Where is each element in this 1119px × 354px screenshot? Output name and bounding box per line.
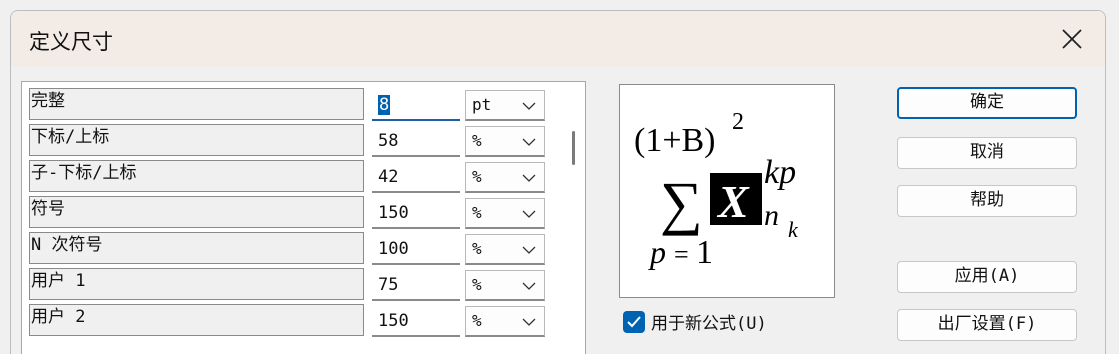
checkmark-icon: [627, 315, 641, 327]
size-label: 用户 2: [29, 304, 364, 336]
unit-value: pt: [472, 95, 492, 114]
help-button[interactable]: 帮助: [897, 185, 1077, 217]
title-bar: 定义尺寸: [11, 11, 1105, 66]
size-row: 用户 1 75 %: [22, 268, 552, 304]
ok-button[interactable]: 确定: [897, 87, 1077, 119]
preview-lower-var: p: [648, 234, 666, 270]
size-value-input[interactable]: 100: [372, 234, 460, 265]
chevron-down-icon: [522, 318, 536, 326]
unit-value: %: [472, 131, 482, 150]
unit-select[interactable]: %: [465, 306, 545, 337]
preview-subscript-k: k: [788, 217, 799, 242]
unit-select[interactable]: %: [465, 126, 545, 157]
preview-lower-one: 1: [696, 234, 713, 271]
size-value-input[interactable]: 8: [372, 90, 460, 121]
size-list: 完整 8 pt 下标/上标 58 % 子-下标/上标 42 % 符号 150 %…: [21, 81, 586, 354]
size-label: N 次符号: [29, 232, 364, 264]
scrollbar-thumb[interactable]: [572, 131, 575, 165]
preview-exponent: 2: [732, 109, 744, 135]
checkbox-label: 用于新公式(U): [651, 314, 767, 334]
formula-preview: (1+B) 2 ∑ X kp n k p = 1: [619, 84, 835, 298]
size-row: 符号 150 %: [22, 196, 552, 232]
checkbox-box[interactable]: [623, 310, 645, 333]
unit-select[interactable]: %: [465, 198, 545, 229]
chevron-down-icon: [522, 138, 536, 146]
size-row: 子-下标/上标 42 %: [22, 160, 552, 196]
preview-superscript: kp: [764, 154, 796, 191]
size-row: N 次符号 100 %: [22, 232, 552, 268]
size-row: 完整 8 pt: [22, 88, 552, 124]
preview-equals: =: [674, 240, 689, 269]
size-label: 完整: [29, 88, 364, 120]
size-label: 用户 1: [29, 268, 364, 300]
size-value-input[interactable]: 150: [372, 198, 460, 229]
unit-value: %: [472, 275, 482, 294]
preview-sigma: ∑: [660, 170, 703, 236]
use-for-new-equations-checkbox[interactable]: 用于新公式(U): [623, 309, 767, 334]
size-value-input[interactable]: 42: [372, 162, 460, 193]
close-button[interactable]: [1053, 21, 1091, 57]
chevron-down-icon: [522, 246, 536, 254]
size-value-input[interactable]: 58: [372, 126, 460, 157]
preview-variable: X: [716, 176, 750, 227]
unit-value: %: [472, 311, 482, 330]
cancel-button[interactable]: 取消: [897, 137, 1077, 169]
size-row: 用户 2 150 %: [22, 304, 552, 340]
unit-select[interactable]: pt: [465, 90, 545, 121]
formula-preview-graphic: (1+B) 2 ∑ X kp n k p = 1: [634, 109, 799, 271]
define-size-dialog: 定义尺寸 完整 8 pt 下标/上标 58 % 子-下标/上标 42 % 符号 …: [10, 10, 1106, 354]
size-label: 符号: [29, 196, 364, 228]
size-row: 下标/上标 58 %: [22, 124, 552, 160]
unit-select[interactable]: %: [465, 162, 545, 193]
chevron-down-icon: [522, 210, 536, 218]
close-icon: [1062, 29, 1082, 49]
size-label: 子-下标/上标: [29, 160, 364, 192]
apply-button[interactable]: 应用(A): [897, 261, 1077, 293]
vertical-scrollbar[interactable]: [558, 82, 584, 354]
unit-value: %: [472, 239, 482, 258]
factory-settings-button[interactable]: 出厂设置(F): [897, 309, 1077, 341]
preview-base: (1+B): [634, 122, 716, 159]
size-label: 下标/上标: [29, 124, 364, 156]
unit-value: %: [472, 203, 482, 222]
size-value-input[interactable]: 150: [372, 306, 460, 337]
unit-select[interactable]: %: [465, 270, 545, 301]
preview-subscript-n: n: [764, 199, 779, 232]
chevron-down-icon: [522, 282, 536, 290]
size-value-input[interactable]: 75: [372, 270, 460, 301]
unit-value: %: [472, 167, 482, 186]
chevron-down-icon: [522, 102, 536, 110]
unit-select[interactable]: %: [465, 234, 545, 265]
size-value-text: 8: [378, 95, 391, 115]
dialog-title: 定义尺寸: [29, 30, 113, 54]
chevron-down-icon: [522, 174, 536, 182]
